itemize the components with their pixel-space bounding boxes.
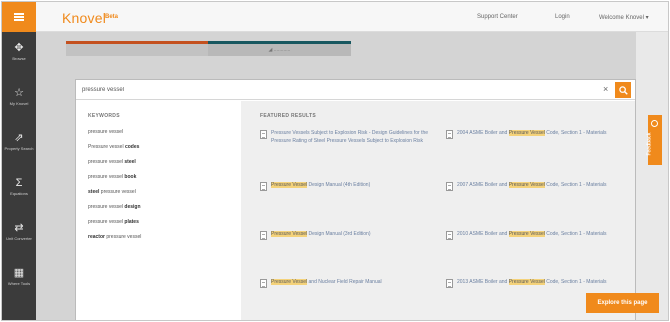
featured-result[interactable]: 2013 ASME Boiler and Pressure Vessel Cod… <box>446 278 616 288</box>
sidebar-item-equations[interactable]: Σ Equations <box>2 169 36 209</box>
featured-result[interactable]: 2004 ASME Boiler and Pressure Vessel Cod… <box>446 129 616 139</box>
browse-icon: ✥ <box>14 42 24 54</box>
sidebar-item-browse[interactable]: ✥ Browse <box>2 34 36 74</box>
explore-page-button[interactable]: Explore this page <box>586 293 659 313</box>
sidebar-item-tools[interactable]: ▦ Where Tools <box>2 259 36 299</box>
sidebar-item-unit-converter[interactable]: ⇄ Unit Converter <box>2 214 36 254</box>
background-tab[interactable]: ◢ ............ <box>208 41 351 56</box>
sigma-icon: Σ <box>15 177 23 189</box>
featured-result[interactable]: 2007 ASME Boiler and Pressure Vessel Cod… <box>446 181 616 191</box>
search-suggestions-panel: × KEYWORDS pressure vessel Pressure vess… <box>75 79 636 320</box>
feedback-tab[interactable]: Feedback <box>646 115 662 165</box>
feedback-icon <box>651 120 658 127</box>
featured-result[interactable]: Pressure Vessel Design Manual (4th Editi… <box>260 181 430 191</box>
property-icon: ⇗ <box>14 132 24 144</box>
user-menu[interactable]: Welcome Knovel ▾ <box>599 14 649 21</box>
keyword-suggestion[interactable]: steel pressure vessel <box>88 188 141 203</box>
featured-result[interactable]: 2010 ASME Boiler and Pressure Vessel Cod… <box>446 230 616 240</box>
login-link[interactable]: Login <box>555 14 570 20</box>
keywords-column: KEYWORDS pressure vessel Pressure vessel… <box>76 101 241 320</box>
keyword-suggestion[interactable]: pressure vessel plates <box>88 218 141 233</box>
search-button[interactable] <box>615 82 631 98</box>
search-bar: × <box>76 80 635 100</box>
keyword-suggestion[interactable]: reactor pressure vessel <box>88 233 141 248</box>
featured-result[interactable]: Pressure Vessels Subject to Explosion Ri… <box>260 129 430 145</box>
search-input[interactable] <box>82 83 602 97</box>
sidebar-item-property-search[interactable]: ⇗ Property Search <box>2 124 36 164</box>
sidebar-item-label: Browse <box>12 56 26 61</box>
hamburger-icon <box>14 13 24 21</box>
keyword-list: pressure vessel Pressure vessel codes pr… <box>88 128 141 248</box>
document-icon <box>446 130 453 139</box>
document-icon <box>446 182 453 191</box>
document-icon <box>260 182 267 191</box>
sidebar-item-label: Property Search <box>4 146 34 151</box>
beta-badge: Beta <box>105 14 119 20</box>
tools-icon: ▦ <box>13 267 25 279</box>
keyword-suggestion[interactable]: Pressure vessel codes <box>88 143 141 158</box>
featured-results-column: FEATURED RESULTS Pressure Vessels Subjec… <box>241 101 635 320</box>
document-icon <box>260 130 267 139</box>
document-icon <box>260 231 267 240</box>
top-bar: Knovel Beta Support Center Login Welcome… <box>2 2 668 32</box>
sidebar-item-label: Unit Converter <box>6 236 32 241</box>
sidebar-item-label: Equations <box>10 191 28 196</box>
keyword-suggestion[interactable]: pressure vessel <box>88 128 141 143</box>
keyword-suggestion[interactable]: pressure vessel steel <box>88 158 141 173</box>
support-center-link[interactable]: Support Center <box>477 14 518 20</box>
converter-icon: ⇄ <box>14 222 24 234</box>
star-icon: ☆ <box>14 87 24 99</box>
document-icon <box>446 231 453 240</box>
background-tab[interactable] <box>66 41 208 56</box>
document-icon <box>260 279 267 288</box>
keywords-heading: KEYWORDS <box>88 113 120 119</box>
feedback-label: Feedback <box>646 132 653 156</box>
brand-logo[interactable]: Knovel <box>62 10 106 26</box>
left-sidebar: ✥ Browse ☆ My Knovel ⇗ Property Search Σ… <box>2 32 36 320</box>
featured-results-heading: FEATURED RESULTS <box>260 113 317 119</box>
keyword-suggestion[interactable]: pressure vessel book <box>88 173 141 188</box>
clear-icon[interactable]: × <box>603 84 608 94</box>
sidebar-item-my-knovel[interactable]: ☆ My Knovel <box>2 79 36 119</box>
search-icon <box>618 85 628 95</box>
document-icon <box>446 279 453 288</box>
sidebar-item-label: My Knovel <box>9 101 29 106</box>
menu-button[interactable] <box>2 2 36 32</box>
featured-result[interactable]: Pressure Vessel and Nuclear Field Repair… <box>260 278 430 288</box>
keyword-suggestion[interactable]: pressure vessel design <box>88 203 141 218</box>
featured-result[interactable]: Pressure Vessel Design Manual (3rd Editi… <box>260 230 430 240</box>
sidebar-item-label: Where Tools <box>7 281 31 286</box>
app-window: Knovel Beta Support Center Login Welcome… <box>1 1 669 321</box>
